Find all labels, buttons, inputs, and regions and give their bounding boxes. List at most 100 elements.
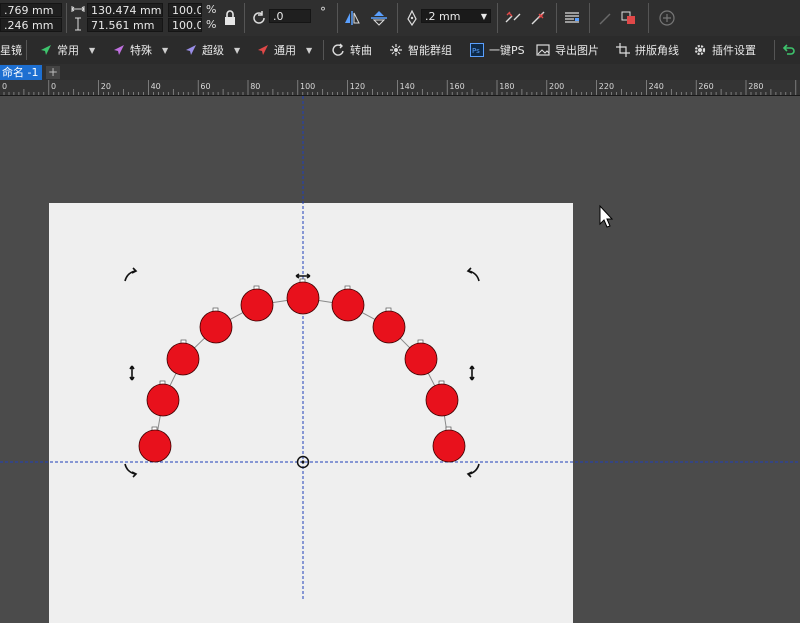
plugin-settings-button[interactable]: 插件设置 [693,41,756,59]
plugin-label: 特殊 [130,44,152,57]
plugin-to-curve-button[interactable]: 转曲 [331,41,372,59]
artwork-layer [0,96,800,600]
rotate-handle-bottom-right[interactable] [466,463,480,478]
plugin-label: 转曲 [350,44,372,57]
arrow-lavender-icon [186,45,196,55]
chevron-down-icon: ▼ [480,12,487,21]
drawing-canvas[interactable] [0,96,800,623]
plugin-one-click-ps-button[interactable]: Ps 一键PS [470,41,525,59]
scale-y-field[interactable]: 100.0 [168,18,202,32]
plugin-general-menu[interactable]: 通用 ▼ [257,41,312,59]
crop-marks-icon [616,43,630,57]
separator [497,3,498,33]
separator [244,3,245,33]
chevron-down-icon: ▼ [162,45,169,55]
degree-label: ° [320,5,326,19]
ornament-group[interactable] [138,278,466,463]
ruler-label: 180 [499,82,514,91]
ruler-label: 260 [698,82,713,91]
plugin-smart-group-button[interactable]: 智能群组 [389,41,452,59]
lock-ratio-icon[interactable] [221,9,239,27]
horizontal-ruler[interactable]: 0 0 20 40 60 80 100 120 140 160 180 200 220 240 260 280 [0,80,800,96]
rotation-field[interactable]: .0 [269,9,311,23]
width-field[interactable]: 130.474 mm [87,3,163,17]
property-bar: .769 mm .246 mm 130.474 mm 71.561 mm 100… [0,0,800,37]
front-back-icon[interactable] [596,9,614,27]
text-wrap-icon[interactable] [563,9,581,27]
ornament[interactable] [331,285,365,322]
skew-handle-right[interactable] [469,365,475,381]
arrange-order-icon[interactable] [620,9,638,27]
plugin-label: 插件设置 [712,44,756,57]
plugin-label: 星镜 [0,44,22,57]
ruler-label: 80 [250,82,260,91]
gear-icon [694,44,706,56]
chevron-down-icon: ▼ [89,45,96,55]
plugin-label: 超级 [202,44,224,57]
plugin-toolbar: 星镜 常用 ▼ 特殊 ▼ 超级 ▼ 通用 ▼ 转曲 智能群组 Ps 一键PS 导… [0,36,800,65]
ruler-label: 140 [400,82,415,91]
mouse-cursor-icon [599,204,614,228]
separator [397,3,398,33]
rotate-icon [250,9,268,27]
x-position-field[interactable]: .769 mm [0,3,62,17]
arrow-purple-icon [114,45,124,55]
undo-icon[interactable] [780,41,798,59]
ruler-label: 120 [350,82,365,91]
arc-string-line [154,297,450,447]
plugin-label: 智能群组 [408,44,452,57]
separator [774,40,775,60]
ruler-label: 200 [549,82,564,91]
scale-x-field[interactable]: 100.0 [168,3,202,17]
plugin-special-menu[interactable]: 特殊 ▼ [113,41,168,59]
skew-handle-left[interactable] [129,365,135,381]
ornament[interactable] [372,307,406,344]
plugin-crop-marks-button[interactable]: 拼版角线 [616,41,679,59]
height-field[interactable]: 71.561 mm [87,18,163,32]
percent-label: % [206,18,217,31]
y-position-field[interactable]: .246 mm [0,18,62,32]
ruler-label: 240 [649,82,664,91]
svg-text:Ps: Ps [472,47,480,55]
ornament[interactable] [286,278,320,315]
plugin-common-menu[interactable]: 常用 ▼ [40,41,95,59]
ornament[interactable] [425,380,459,417]
plugin-export-image-button[interactable]: 导出图片 [536,41,599,59]
mirror-horizontal-icon[interactable] [343,9,361,27]
plus-circle-icon[interactable] [658,9,676,27]
ornament[interactable] [146,380,180,417]
break-curve-icon[interactable] [504,9,522,27]
plugin-mirror-button[interactable]: 星镜 [0,41,22,59]
rotate-handle-top-left[interactable] [124,267,138,282]
ruler-label: 40 [151,82,161,91]
mirror-vertical-icon[interactable] [370,9,388,27]
ruler-label: 220 [599,82,614,91]
image-export-icon [536,44,550,56]
ornament[interactable] [166,339,200,376]
arrow-green-icon [41,45,51,55]
separator [648,3,649,33]
ornament[interactable] [240,285,274,322]
ruler-label: 100 [300,82,315,91]
add-tab-button[interactable]: + [46,66,60,79]
rotate-handle-bottom-left[interactable] [124,463,138,478]
pen-nib-icon [403,9,421,27]
document-tab[interactable]: 命名 -1 [0,65,42,80]
ruler-label: 20 [101,82,111,91]
ornament[interactable] [404,339,438,376]
ruler-label: 60 [200,82,210,91]
ruler-label: 280 [748,82,763,91]
ornament[interactable] [432,426,466,463]
trim-curve-icon[interactable] [530,9,548,27]
ruler-label: 0 [2,82,7,91]
plugin-super-menu[interactable]: 超级 ▼ [185,41,240,59]
curve-icon [332,43,344,56]
rotate-handle-top-right[interactable] [466,267,480,282]
separator [66,3,67,33]
ornament[interactable] [138,426,172,463]
arrow-red-icon [258,45,268,55]
ruler-label: 160 [449,82,464,91]
separator [26,40,27,60]
outline-width-select[interactable]: .2 mm ▼ [421,9,491,23]
ornament[interactable] [199,307,233,344]
